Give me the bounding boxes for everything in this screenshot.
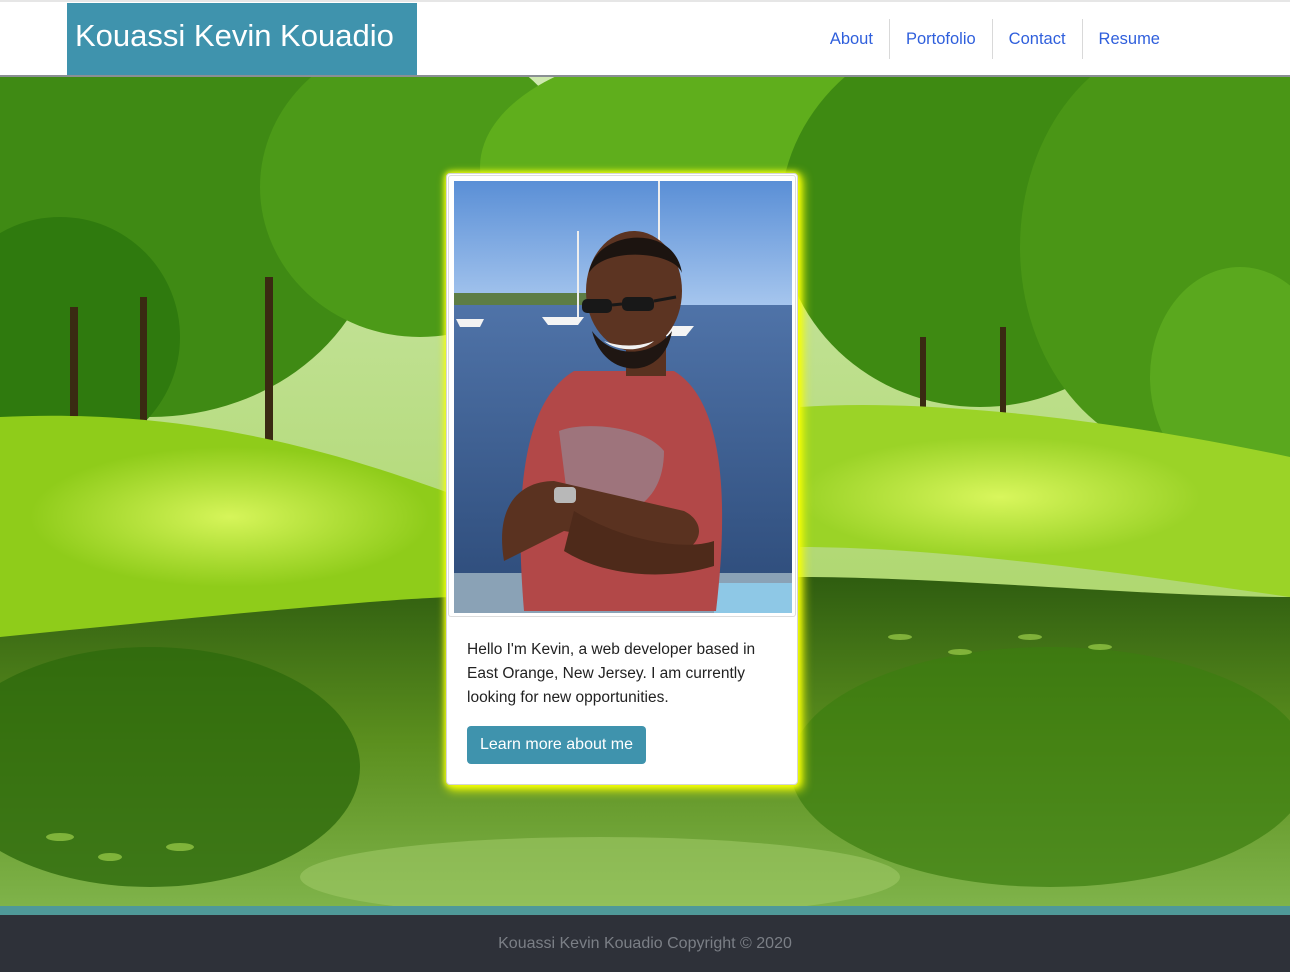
learn-more-button[interactable]: Learn more about me: [467, 726, 646, 764]
profile-card: Hello I'm Kevin, a web developer based i…: [446, 173, 798, 785]
nav-portofolio-link[interactable]: Portofolio: [890, 18, 992, 60]
main-nav: About Portofolio Contact Resume: [814, 18, 1176, 60]
footer-copyright: Kouassi Kevin Kouadio Copyright © 2020: [498, 935, 792, 952]
intro-text: Hello I'm Kevin, a web developer based i…: [467, 641, 756, 706]
person-by-harbor-image: [454, 181, 792, 613]
navbar: Kouassi Kevin Kouadio About Portofolio C…: [0, 2, 1290, 77]
hero-section: Hello I'm Kevin, a web developer based i…: [0, 77, 1290, 906]
nav-about-link[interactable]: About: [814, 18, 889, 60]
profile-photo: [454, 181, 792, 613]
profile-photo-frame: [448, 175, 796, 617]
nav-contact-link[interactable]: Contact: [993, 18, 1082, 60]
nav-resume-link[interactable]: Resume: [1083, 18, 1176, 60]
brand-logo[interactable]: Kouassi Kevin Kouadio: [67, 3, 417, 75]
footer: Kouassi Kevin Kouadio Copyright © 2020: [0, 915, 1290, 972]
footer-accent-strip: [0, 906, 1290, 915]
